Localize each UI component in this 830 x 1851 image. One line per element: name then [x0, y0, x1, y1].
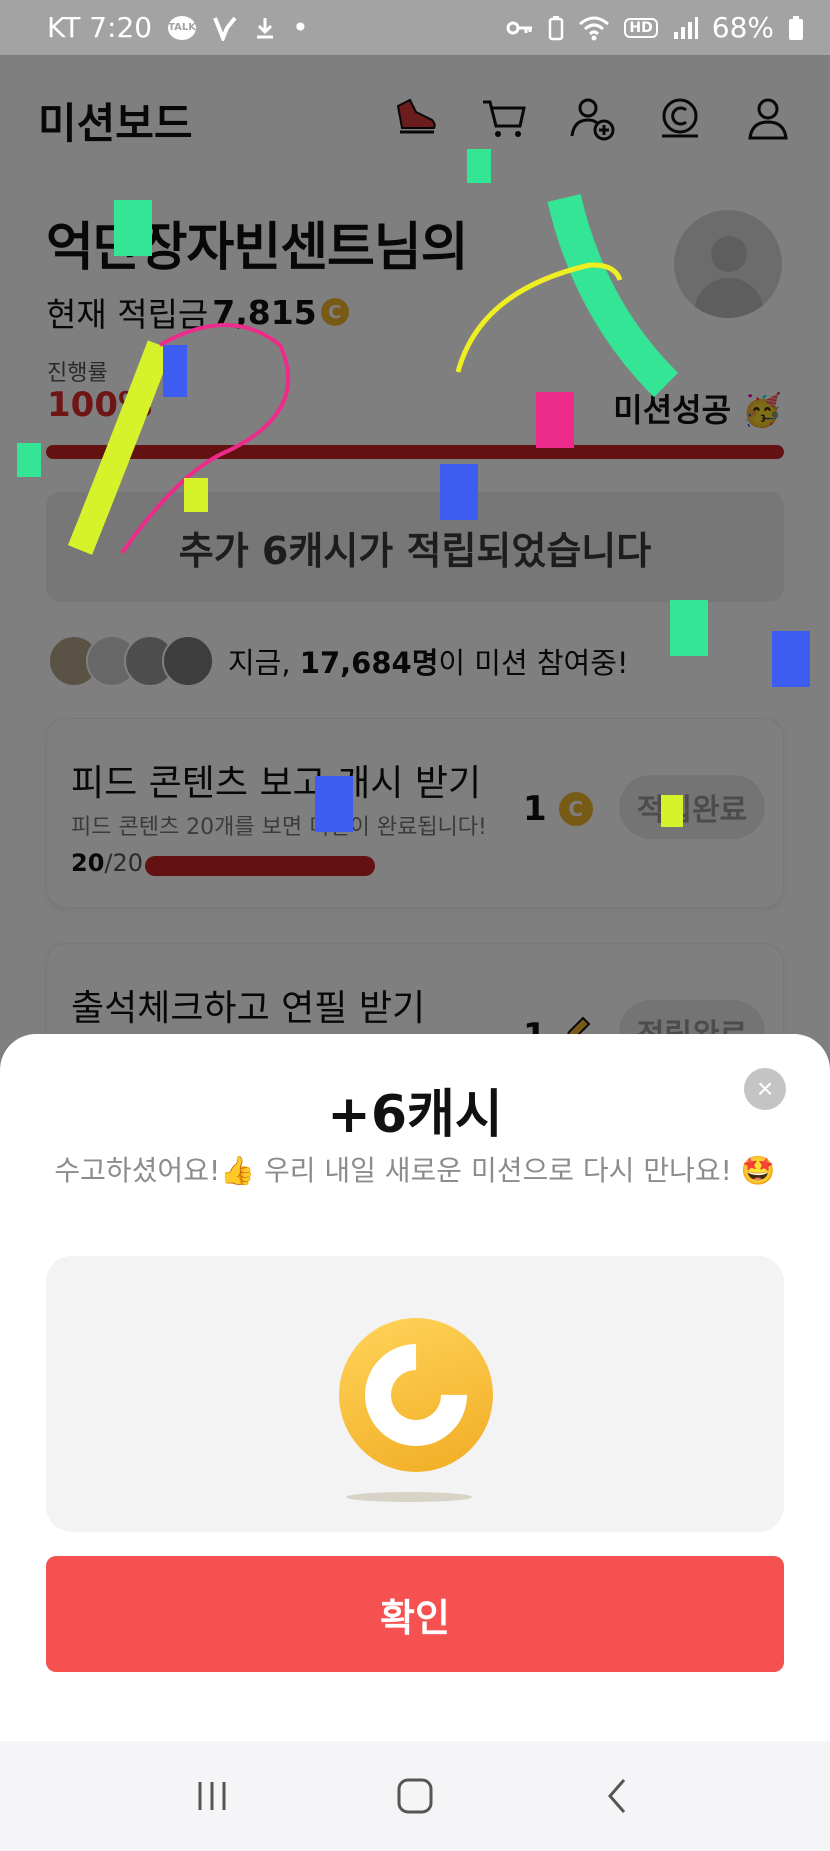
- system-nav-bar: [0, 1741, 830, 1851]
- coin-panel: [46, 1256, 784, 1532]
- kakaotalk-icon: TALK: [168, 15, 197, 40]
- hd-icon: HD: [624, 17, 658, 38]
- reward-sheet: +6캐시 × 수고하셨어요!👍 우리 내일 새로운 미션으로 다시 만나요! 🤩…: [0, 1034, 830, 1741]
- confirm-button[interactable]: 확인: [46, 1556, 784, 1672]
- status-bar: KT 7:20 TALK • HD 68%: [0, 0, 830, 55]
- battery-saver-icon: [548, 15, 564, 41]
- carrier-time: KT 7:20: [47, 11, 153, 44]
- close-icon[interactable]: ×: [744, 1068, 786, 1110]
- coin-icon: [339, 1318, 493, 1472]
- notification-dot: •: [292, 11, 309, 44]
- sheet-message: 수고하셨어요!👍 우리 내일 새로운 미션으로 다시 만나요! 🤩: [54, 1154, 776, 1187]
- download-icon: [254, 16, 276, 40]
- recent-apps-icon[interactable]: [172, 1756, 252, 1836]
- home-icon[interactable]: [375, 1756, 455, 1836]
- v-app-icon: [212, 15, 238, 41]
- sheet-title: +6캐시: [327, 1085, 503, 1145]
- wifi-icon: [578, 15, 610, 41]
- coin-shadow: [346, 1492, 472, 1502]
- back-icon[interactable]: [578, 1756, 658, 1836]
- battery-percent: 68%: [711, 11, 774, 44]
- signal-icon: [672, 16, 698, 40]
- battery-icon: [788, 15, 804, 41]
- key-icon: [506, 18, 534, 38]
